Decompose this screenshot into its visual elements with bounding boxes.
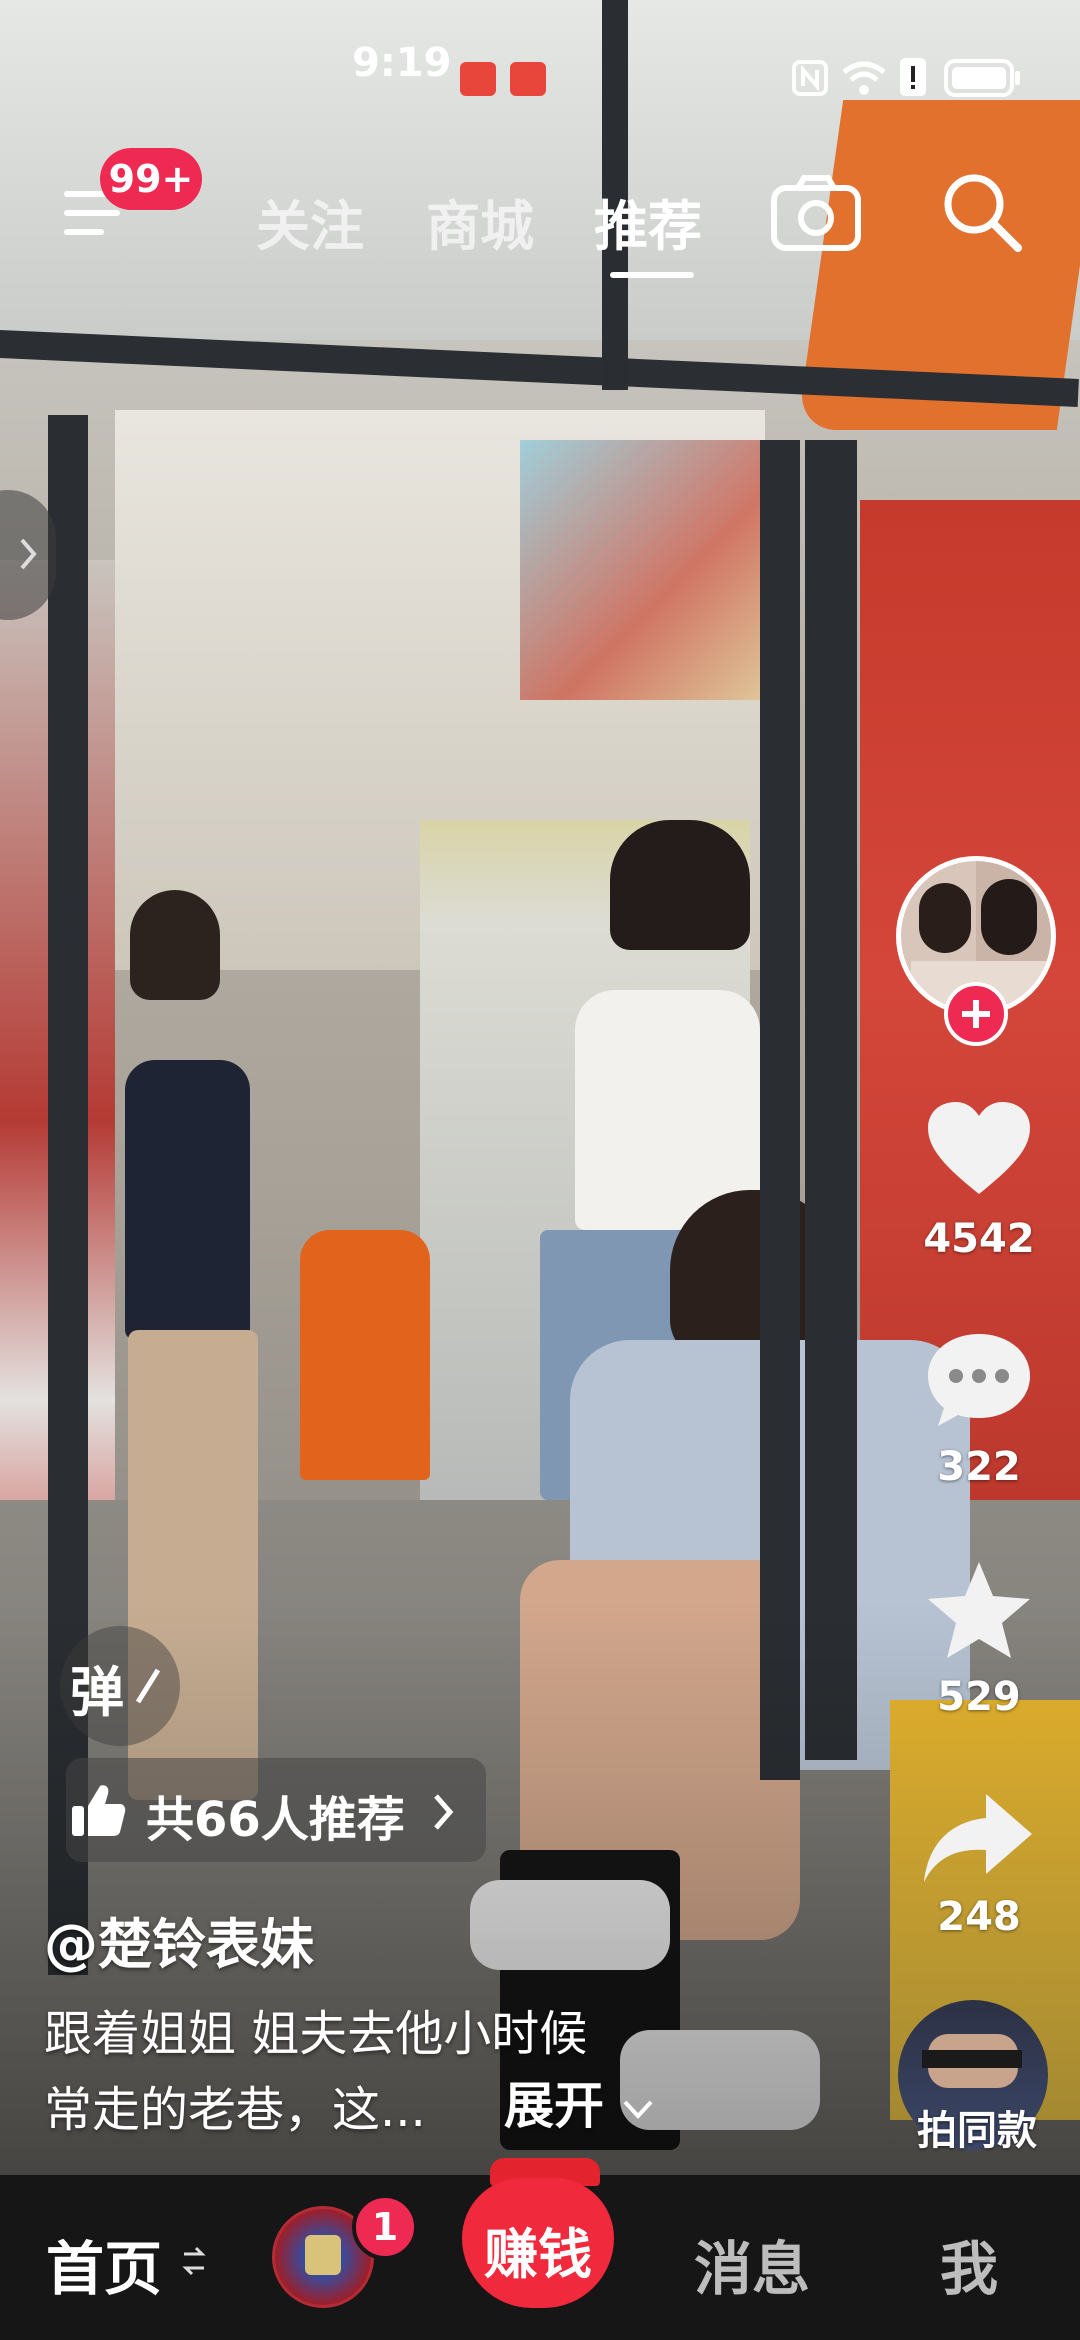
nav-me[interactable]: 我 — [940, 2222, 998, 2306]
nav-messages[interactable]: 消息 — [694, 2222, 810, 2306]
description-line1: 跟着姐姐 姐夫去他小时候 — [44, 2006, 588, 2062]
danmaku-slash-icon — [132, 1666, 162, 1710]
chevron-down-icon — [623, 2100, 653, 2119]
menu-notification-badge: 99+ — [100, 148, 202, 210]
thumbs-up-icon — [68, 1780, 128, 1844]
follow-plus-icon[interactable] — [944, 982, 1008, 1046]
chevron-right-icon — [18, 536, 38, 576]
favorite-count: 529 — [937, 1674, 1021, 1720]
expand-link[interactable]: 展开 — [504, 2066, 655, 2138]
comment-icon[interactable] — [924, 1330, 1034, 1430]
like-heart-icon[interactable] — [924, 1100, 1034, 1200]
recommend-text: 共66人推荐 — [146, 1792, 405, 1848]
alert-icon — [898, 56, 928, 98]
favorite-star-icon[interactable] — [924, 1558, 1034, 1662]
comment-count: 322 — [937, 1444, 1021, 1490]
search-icon[interactable] — [940, 170, 1024, 254]
like-count: 4542 — [923, 1216, 1035, 1262]
nfc-icon — [790, 58, 830, 98]
battery-icon — [944, 58, 1022, 98]
earn-label: 赚钱 — [484, 2223, 592, 2286]
same-style-label[interactable]: 拍同款 — [892, 2098, 1062, 2156]
author-name[interactable]: @楚铃表妹 — [44, 1900, 314, 1979]
huawei-badge-icon — [460, 62, 546, 100]
camera-icon[interactable] — [770, 172, 862, 254]
tab-mall[interactable]: 商城 — [426, 182, 534, 261]
description-line2: 常走的老巷，这... — [44, 2082, 426, 2138]
expand-label: 展开 — [504, 2077, 604, 2135]
share-arrow-icon[interactable] — [920, 1790, 1036, 1886]
earn-money-button[interactable]: 赚钱 — [462, 2178, 614, 2308]
nav-home[interactable]: 首页 — [46, 2222, 162, 2306]
chevron-right-icon — [430, 1792, 456, 1836]
tab-following[interactable]: 关注 — [256, 182, 364, 261]
wifi-icon — [840, 58, 888, 98]
tab-recommended[interactable]: 推荐 — [594, 182, 702, 261]
swap-arrows-icon[interactable] — [180, 2244, 208, 2282]
active-tab-indicator — [610, 272, 694, 278]
danmaku-toggle[interactable]: 弹 — [60, 1626, 180, 1746]
status-time: 9:19 — [352, 40, 452, 86]
share-count: 248 — [937, 1894, 1021, 1940]
danmaku-label: 弹 — [70, 1661, 124, 1724]
recommend-pill[interactable]: 共66人推荐 — [66, 1758, 486, 1862]
channel-notification-badge: 1 — [352, 2194, 418, 2260]
